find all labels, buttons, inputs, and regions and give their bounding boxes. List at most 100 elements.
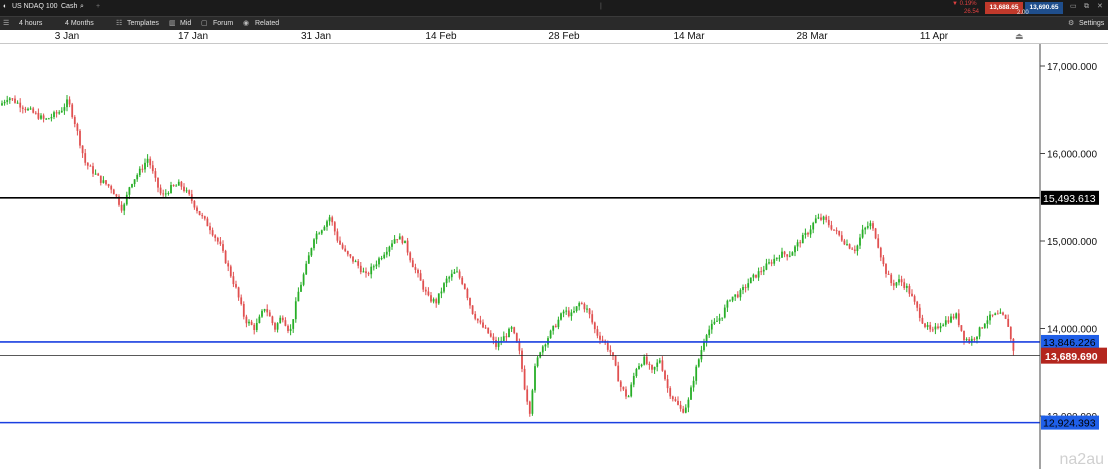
candle [775,257,778,261]
search-icon[interactable]: ⌕ [80,0,84,14]
candle-body [848,244,851,249]
candle-body [957,313,960,326]
candle [157,177,159,193]
related-button[interactable]: Related [255,17,279,31]
settings-button[interactable]: Settings [1079,17,1104,31]
candle-body [302,274,305,285]
candle-body [742,287,744,291]
candle [292,319,295,333]
candle [294,297,297,323]
candle-body [440,291,443,294]
candle-body [268,312,271,317]
candle [34,111,37,115]
candle-body [341,244,344,249]
candle-body [809,229,812,235]
candle [666,374,669,393]
candle-body [89,165,92,167]
candle-body [502,336,505,341]
candle [822,215,825,225]
candle [424,286,427,296]
candle [110,184,113,194]
candle [42,113,45,123]
candle [21,105,24,114]
candle-body [229,266,232,277]
candle-body [521,350,523,369]
candle [354,259,357,263]
candle [466,287,469,301]
candle [692,376,695,392]
candle-body [684,407,687,413]
candle [133,179,136,187]
horizontal-lines[interactable] [0,197,1040,424]
candle-body [721,317,724,319]
candle-body [128,187,131,195]
candle-body [151,165,154,172]
buy-price-button[interactable]: 13,690.65 [1025,2,1063,14]
candle [170,181,172,194]
candle-body [703,342,705,351]
scroll-to-latest-icon[interactable]: ⏏ [1015,31,1024,42]
candle-body [960,325,963,331]
candle [552,325,555,335]
candle-body [276,323,279,330]
candle-body [801,234,804,244]
menu-icon[interactable]: ☰ [3,17,9,31]
candle-body [924,323,926,327]
date-label: 17 Jan [177,31,209,42]
templates-icon: ☷ [116,20,123,27]
candle [305,260,308,276]
candle-body [331,217,334,223]
candle-body [658,360,661,363]
candle [760,266,763,276]
candle-body [926,325,929,327]
candle [76,122,79,136]
candle [320,229,323,236]
candle-body [110,186,113,190]
candle-body [292,319,295,329]
candle [159,184,162,196]
candle [804,228,807,239]
candle-body [794,246,796,253]
candle-body [352,256,354,262]
candle-body [1009,326,1012,339]
candle [596,325,599,339]
candle-body [422,280,425,290]
candle [497,337,500,351]
candle [575,306,578,313]
candle-body [172,185,175,187]
candle [362,267,365,273]
forum-button[interactable]: Forum [213,17,233,31]
date-label: 11 Apr [919,31,949,42]
instrument-header-bar: ◐ US NDAQ 100 Cash ⌕ + | ▼ 0.19% 26.54 1… [0,0,1108,16]
candle-body [320,230,323,234]
candle-body [216,237,219,242]
candle-body [92,166,94,174]
candle [526,385,529,405]
price-chart[interactable]: 17,000.000 16,000.000 15,000.000 14,000.000… [0,44,1108,469]
candle-body [843,240,846,245]
add-tab-icon[interactable]: + [96,0,100,14]
candle [570,309,573,321]
candle-body [900,279,903,283]
popout-icon[interactable]: ⧉ [1084,0,1089,14]
price-type-button[interactable]: Mid [180,17,191,31]
templates-button[interactable]: Templates [127,17,159,31]
minimize-icon[interactable]: ▭ [1070,0,1077,14]
date-label: 28 Mar [796,31,828,42]
close-icon[interactable]: ✕ [1097,0,1103,14]
candle [151,160,154,174]
candle [877,234,880,249]
instrument-name[interactable]: US NDAQ 100 [12,0,58,14]
candle [718,313,721,324]
candle-body [294,301,297,320]
candle-body [747,283,750,288]
timeframe-select[interactable]: 4 hours [19,17,42,31]
candle [258,314,261,324]
candle-body [414,267,417,270]
candle [903,278,906,290]
candle [508,327,510,338]
candle [489,330,492,338]
range-select[interactable]: 4 Months [65,17,94,31]
candle-body [201,215,204,217]
candle-body [287,325,289,332]
